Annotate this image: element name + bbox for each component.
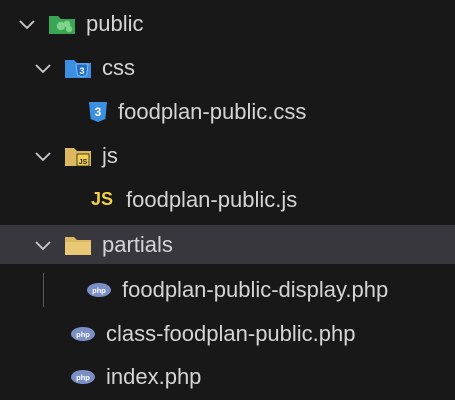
chevron-down-icon[interactable] bbox=[16, 13, 38, 35]
chevron-down-icon[interactable] bbox=[32, 57, 54, 79]
js-badge: JS bbox=[90, 189, 114, 209]
tree-item-js-file[interactable]: JS foodplan-public.js bbox=[0, 180, 455, 219]
php-file-icon: php bbox=[86, 282, 112, 298]
file-explorer: public 3 css 3 foodplan-public.css JS js… bbox=[0, 0, 455, 400]
css3-file-icon: 3 bbox=[88, 101, 108, 123]
tree-item-label: foodplan-public.css bbox=[118, 98, 307, 124]
tree-item-label: js bbox=[102, 142, 118, 168]
tree-item-label: css bbox=[102, 54, 135, 80]
php-badge: php bbox=[76, 330, 90, 339]
chevron-down-icon[interactable] bbox=[32, 234, 54, 256]
css-badge: 3 bbox=[95, 105, 102, 119]
tree-item-label: class-foodplan-public.php bbox=[106, 320, 356, 346]
svg-text:JS: JS bbox=[79, 159, 88, 166]
tree-item-public[interactable]: public bbox=[0, 4, 455, 43]
php-badge: php bbox=[92, 286, 106, 295]
chevron-down-icon[interactable] bbox=[32, 145, 54, 167]
tree-item-index-file[interactable]: php index.php bbox=[0, 357, 455, 396]
folder-js-icon: JS bbox=[64, 145, 92, 167]
js-file-icon: JS bbox=[88, 189, 116, 210]
tree-item-label: foodplan-public-display.php bbox=[122, 276, 389, 302]
tree-item-class-file[interactable]: php class-foodplan-public.php bbox=[0, 314, 455, 353]
tree-item-css-file[interactable]: 3 foodplan-public.css bbox=[0, 92, 455, 131]
php-file-icon: php bbox=[70, 369, 96, 385]
tree-item-label: index.php bbox=[106, 363, 202, 389]
tree-item-display-file[interactable]: php foodplan-public-display.php bbox=[0, 270, 455, 309]
tree-item-css[interactable]: 3 css bbox=[0, 48, 455, 87]
svg-text:3: 3 bbox=[79, 66, 84, 76]
folder-icon bbox=[64, 234, 92, 256]
tree-item-label: public bbox=[86, 10, 144, 36]
php-file-icon: php bbox=[70, 326, 96, 342]
tree-item-js[interactable]: JS js bbox=[0, 136, 455, 175]
folder-css-icon: 3 bbox=[64, 57, 92, 79]
tree-item-label: partials bbox=[102, 231, 173, 257]
tree-item-label: foodplan-public.js bbox=[126, 186, 298, 212]
tree-item-partials[interactable]: partials bbox=[0, 225, 455, 264]
php-badge: php bbox=[76, 373, 90, 382]
folder-public-icon bbox=[48, 13, 76, 35]
